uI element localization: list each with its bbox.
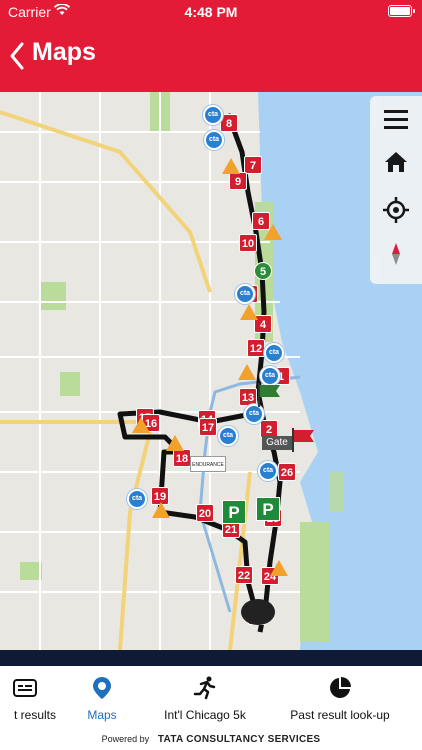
cta-station-icon[interactable]: cta	[218, 426, 238, 446]
mile-marker-20[interactable]: 20	[196, 504, 214, 522]
cta-station-icon[interactable]: cta	[204, 130, 224, 150]
mile-marker-18[interactable]: 18	[173, 449, 191, 467]
aid-station-icon[interactable]	[152, 502, 170, 518]
compass-icon[interactable]	[382, 240, 410, 268]
back-chevron-icon[interactable]	[6, 38, 28, 74]
mile-marker-5[interactable]: 5	[254, 262, 272, 280]
mile-marker-12[interactable]: 12	[247, 339, 265, 357]
page-title: Maps	[32, 38, 96, 66]
tab-results[interactable]: t results	[0, 668, 70, 734]
tab-past-results[interactable]: Past result look-up	[285, 668, 395, 734]
cta-station-icon[interactable]: cta	[203, 105, 223, 125]
tab-past-results-label: Past result look-up	[290, 708, 390, 722]
aid-station-icon[interactable]	[238, 364, 256, 380]
sponsor-logo: TATA CONSULTANCY SERVICES	[157, 734, 321, 745]
aid-station-icon[interactable]	[166, 435, 184, 451]
aid-station-icon[interactable]	[240, 304, 258, 320]
mile-marker-7[interactable]: 7	[244, 156, 262, 174]
cta-station-icon[interactable]: cta	[264, 343, 284, 363]
endurance-logo[interactable]: ENDURANCE	[190, 456, 226, 472]
mile-marker-9[interactable]: 9	[229, 172, 247, 190]
map-pin-icon	[93, 677, 111, 699]
battery-icon	[388, 5, 415, 17]
aid-station-icon[interactable]	[264, 224, 282, 240]
race-map[interactable]: 8 7 9 6 10 5 11 4 12 1 13 2 15 16 14 17 …	[0, 92, 422, 650]
tab-maps[interactable]: Maps	[72, 668, 132, 734]
runner-icon	[193, 676, 216, 700]
footer: Powered by TATA CONSULTANCY SERVICES	[0, 734, 422, 750]
results-icon	[13, 679, 37, 697]
medal-icon[interactable]	[241, 599, 275, 625]
home-icon[interactable]	[382, 148, 410, 176]
tab-chicago-5k-label: Int'l Chicago 5k	[164, 708, 246, 722]
pie-icon	[330, 677, 351, 698]
parking-icon[interactable]: P	[256, 497, 280, 521]
tab-results-label: t results	[13, 708, 56, 722]
mile-marker-26[interactable]: 26	[278, 463, 296, 481]
parking-icon[interactable]: P	[222, 500, 246, 524]
aid-station-icon[interactable]	[222, 158, 240, 174]
mile-marker-17[interactable]: 17	[199, 418, 217, 436]
mile-marker-22[interactable]: 22	[235, 566, 253, 584]
tab-bar: t results Maps Int'l Chicago 5k Past res…	[0, 650, 422, 734]
locate-icon[interactable]	[382, 196, 410, 224]
start-flag-icon[interactable]	[256, 383, 282, 407]
tab-maps-label: Maps	[87, 708, 117, 722]
tab-chicago-5k[interactable]: Int'l Chicago 5k	[155, 668, 255, 734]
screen: { "status_bar": { "carrier": "Carrier", …	[0, 0, 422, 750]
map-canvas	[0, 92, 422, 650]
aid-station-icon[interactable]	[132, 417, 150, 433]
powered-by-label: Powered by	[101, 734, 150, 744]
cta-station-icon[interactable]: cta	[127, 489, 147, 509]
finish-flag-icon[interactable]	[290, 428, 316, 452]
cta-station-icon[interactable]: cta	[244, 404, 264, 424]
cta-station-icon[interactable]: cta	[235, 284, 255, 304]
status-bar: Carrier 4:48 PM	[0, 0, 422, 24]
clock: 4:48 PM	[184, 4, 238, 20]
app-header: Carrier 4:48 PM Maps	[0, 0, 422, 92]
cta-station-icon[interactable]: cta	[258, 461, 278, 481]
gate-label[interactable]: Gate	[262, 436, 292, 450]
mile-marker-10[interactable]: 10	[239, 234, 257, 252]
menu-icon[interactable]	[382, 106, 410, 134]
aid-station-icon[interactable]	[270, 560, 288, 576]
map-controls	[370, 96, 422, 284]
